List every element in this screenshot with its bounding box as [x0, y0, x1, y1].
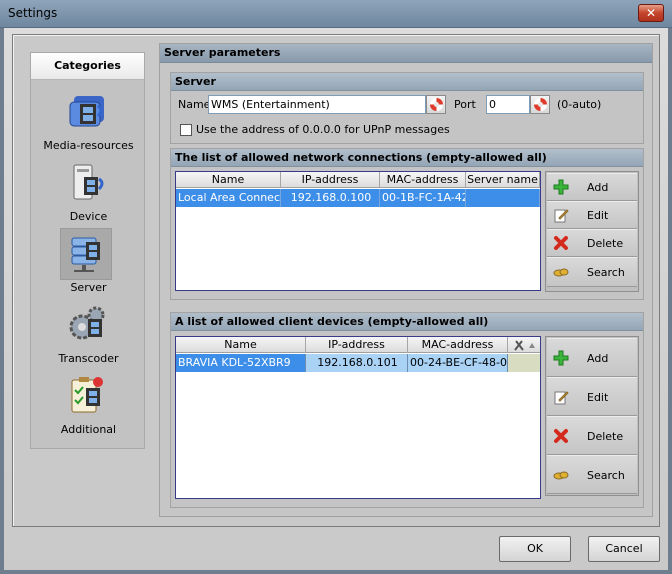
cell-mac: 00-1B-FC-1A-42- [380, 189, 466, 207]
clients-table[interactable]: Name IP-address MAC-address BRAVIA KDL-5… [175, 336, 541, 499]
server-parameters-title: Server parameters [160, 44, 652, 63]
cell-ip: 192.168.0.101 [306, 354, 408, 372]
connections-group: The list of allowed network connections … [170, 148, 644, 300]
window-title: Settings [8, 6, 58, 20]
media-resources-icon [69, 96, 104, 127]
column-settings-button[interactable] [508, 337, 540, 353]
cell-mac: 00-24-BE-CF-48-0C [408, 354, 508, 372]
category-label: Additional [60, 423, 117, 436]
connections-delete-button[interactable]: Delete [547, 229, 637, 257]
edit-icon [554, 209, 569, 223]
add-label: Add [587, 352, 609, 365]
delete-icon [554, 236, 568, 250]
title-bar: Settings ✕ [0, 0, 672, 28]
transcoder-icon [69, 306, 105, 340]
cell-ip: 192.168.0.100 [281, 189, 380, 207]
port-label: Port [454, 98, 476, 111]
ok-button[interactable]: OK [499, 536, 571, 562]
upnp-label: Use the address of 0.0.0.0 for UPnP mess… [196, 123, 450, 136]
lifebuoy-icon [533, 98, 547, 111]
upnp-checkbox[interactable] [180, 124, 192, 136]
add-icon [553, 179, 569, 195]
dialog-body: Categories Media-resources Device Server… [4, 28, 668, 570]
table-row[interactable]: BRAVIA KDL-52XBR9 192.168.0.101 00-24-BE… [176, 354, 540, 372]
category-additional[interactable]: Additional [31, 370, 146, 438]
table-row[interactable]: Local Area Connectio 192.168.0.100 00-1B… [176, 189, 540, 207]
categories-panel: Categories Media-resources Device Server… [30, 52, 145, 449]
close-button[interactable]: ✕ [638, 4, 664, 22]
delete-label: Delete [587, 237, 624, 250]
clients-add-button[interactable]: Add [547, 338, 637, 377]
category-device[interactable]: Device [31, 157, 146, 225]
edit-icon [554, 391, 569, 405]
search-label: Search [587, 266, 625, 279]
connections-table[interactable]: Name IP-address MAC-address Server name … [175, 171, 541, 291]
column-header[interactable]: Name [176, 172, 281, 188]
connections-search-button[interactable]: Search [547, 257, 637, 287]
server-name-input[interactable]: WMS (Entertainment) [208, 95, 426, 114]
name-label: Name [178, 98, 211, 111]
clients-delete-button[interactable]: Delete [547, 416, 637, 455]
category-media-resources[interactable]: Media-resources [31, 86, 146, 154]
clients-group: A list of allowed client devices (empty-… [170, 312, 644, 508]
cell-name: BRAVIA KDL-52XBR9 [176, 354, 306, 372]
search-icon [553, 471, 569, 480]
server-group-title: Server [171, 73, 643, 91]
name-reset-button[interactable] [426, 95, 446, 114]
delete-icon [554, 429, 568, 443]
category-label: Device [69, 210, 108, 223]
search-icon [553, 268, 569, 277]
category-server[interactable]: Server [31, 228, 146, 296]
edit-label: Edit [587, 391, 609, 404]
column-header[interactable]: MAC-address [380, 172, 466, 188]
clients-search-button[interactable]: Search [547, 455, 637, 494]
server-parameters-panel: Server parameters Server Name WMS (Enter… [159, 43, 653, 517]
clients-button-bar: Add Edit Delete Search [545, 336, 639, 496]
cell-server [466, 189, 540, 207]
port-reset-button[interactable] [530, 95, 550, 114]
connections-add-button[interactable]: Add [547, 173, 637, 201]
server-icon [71, 237, 100, 272]
cell-name: Local Area Connectio [176, 189, 281, 207]
connections-group-title: The list of allowed network connections … [171, 149, 643, 167]
clients-group-title: A list of allowed client devices (empty-… [171, 313, 643, 331]
column-header[interactable]: Server name [466, 172, 540, 188]
server-group: Server Name WMS (Entertainment) Port 0 (… [170, 72, 644, 144]
close-icon: ✕ [645, 6, 657, 20]
connections-edit-button[interactable]: Edit [547, 201, 637, 229]
category-label: Server [70, 281, 107, 294]
column-header[interactable]: Name [176, 337, 306, 353]
column-header[interactable]: IP-address [281, 172, 380, 188]
add-label: Add [587, 181, 609, 194]
add-icon [553, 350, 569, 366]
delete-label: Delete [587, 430, 624, 443]
table-header: Name IP-address MAC-address Server name [176, 172, 540, 188]
port-input[interactable]: 0 [486, 95, 530, 114]
category-transcoder[interactable]: Transcoder [31, 299, 146, 367]
settings-frame: Categories Media-resources Device Server… [12, 34, 660, 527]
search-label: Search [587, 469, 625, 482]
categories-title: Categories [31, 53, 144, 80]
column-header[interactable]: IP-address [306, 337, 408, 353]
clients-edit-button[interactable]: Edit [547, 377, 637, 416]
lifebuoy-icon [429, 98, 443, 111]
edit-label: Edit [587, 209, 609, 222]
cell-empty [508, 354, 540, 372]
tools-icon [514, 340, 535, 351]
port-hint: (0-auto) [557, 98, 602, 111]
connections-button-bar: Add Edit Delete Search [545, 171, 639, 292]
table-header: Name IP-address MAC-address [176, 337, 540, 353]
column-header[interactable]: MAC-address [408, 337, 508, 353]
device-icon [73, 164, 104, 200]
category-label: Media-resources [43, 139, 134, 152]
additional-icon [71, 377, 103, 413]
cancel-button[interactable]: Cancel [588, 536, 660, 562]
category-label: Transcoder [58, 352, 119, 365]
